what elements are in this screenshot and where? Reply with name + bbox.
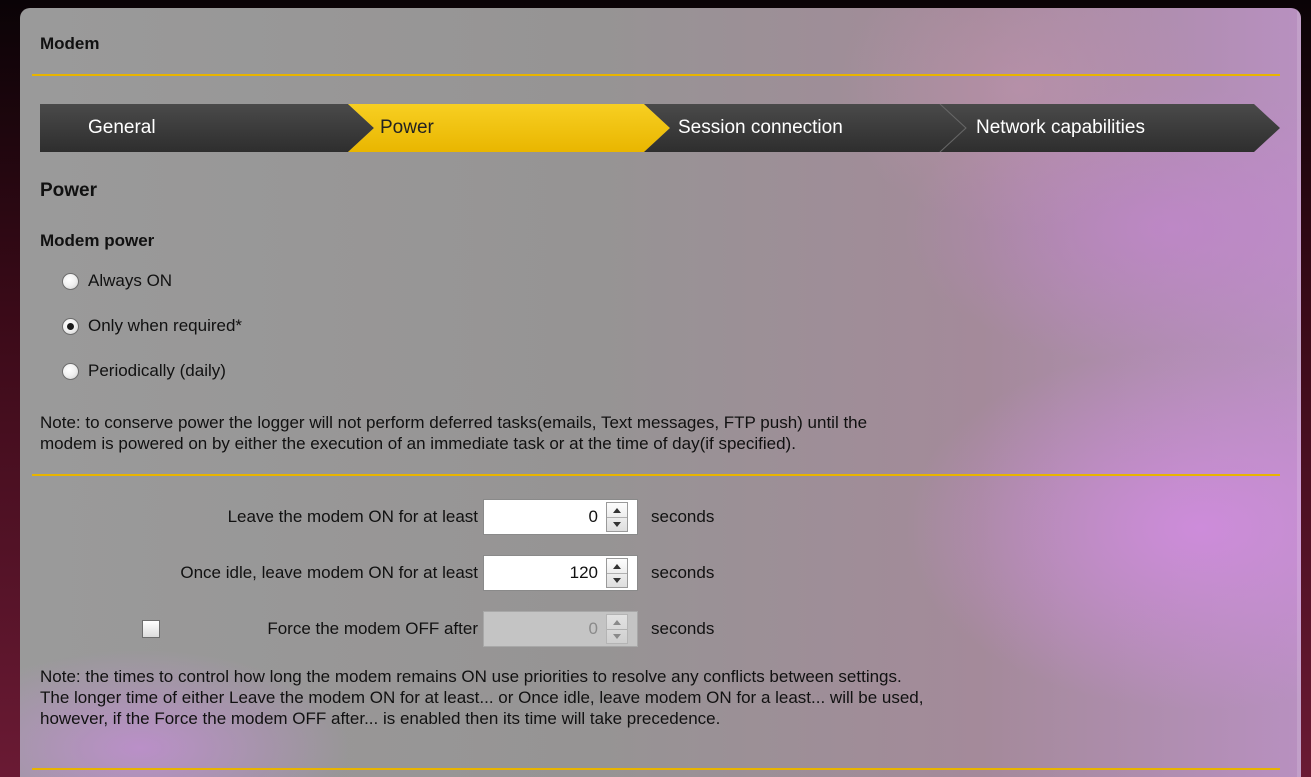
force-off-spinner[interactable]: 0: [483, 611, 638, 647]
spin-down-arrow-icon[interactable]: [607, 629, 627, 643]
radio-label: Only when required*: [88, 316, 243, 335]
force-off-unit: seconds: [651, 619, 715, 638]
note-line: Note: to conserve power the logger will …: [40, 413, 868, 432]
radio-button[interactable]: [62, 317, 79, 335]
radio-always-on[interactable]: Always ON: [62, 269, 172, 293]
force-off-checkbox[interactable]: [142, 620, 160, 638]
radio-periodically[interactable]: Periodically (daily): [62, 359, 226, 383]
idle-on-unit: seconds: [651, 563, 715, 582]
wizard-step-general[interactable]: General: [88, 104, 156, 152]
idle-on-input[interactable]: 120: [484, 556, 606, 590]
wizard-step-session-connection[interactable]: Session connection: [678, 104, 843, 152]
panel-title: Modem: [40, 34, 100, 53]
radio-button[interactable]: [62, 362, 79, 380]
spin-buttons: [606, 614, 628, 644]
spin-up-arrow-icon[interactable]: [607, 615, 627, 630]
radio-only-when-required[interactable]: Only when required*: [62, 314, 242, 338]
radio-button[interactable]: [62, 272, 79, 290]
note-line: Note: the times to control how long the …: [40, 667, 902, 686]
footer-divider: [32, 768, 1280, 770]
radio-label: Always ON: [88, 271, 173, 290]
spin-up-arrow-icon[interactable]: [607, 503, 627, 518]
wizard-steps: General Power Session connection Network…: [40, 104, 1280, 152]
force-off-label: Force the modem OFF after: [267, 619, 478, 638]
idle-on-spinner[interactable]: 120: [483, 555, 638, 591]
note-line: The longer time of either Leave the mode…: [40, 688, 924, 707]
idle-on-label: Once idle, leave modem ON for at least: [180, 563, 478, 582]
modem-settings-panel: Modem General Power Session connection N…: [20, 8, 1301, 777]
spin-down-arrow-icon[interactable]: [607, 573, 627, 587]
note-line: modem is powered on by either the execut…: [40, 434, 796, 453]
note-line: however, if the Force the modem OFF afte…: [40, 709, 721, 728]
modem-power-title: Modem power: [40, 231, 155, 250]
panel-edge: [1297, 8, 1301, 777]
wizard-step-network-capabilities[interactable]: Network capabilities: [976, 104, 1145, 152]
wizard-step-power[interactable]: Power: [380, 104, 434, 152]
spin-up-arrow-icon[interactable]: [607, 559, 627, 574]
window-frame: Modem General Power Session connection N…: [0, 0, 1311, 777]
radio-label: Periodically (daily): [88, 361, 226, 380]
note-divider: [32, 474, 1280, 476]
priority-note: Note: the times to control how long the …: [40, 666, 1290, 729]
section-title: Power: [40, 180, 98, 201]
header-divider: [32, 74, 1280, 76]
power-note: Note: to conserve power the logger will …: [40, 412, 1290, 454]
force-off-input[interactable]: 0: [484, 612, 606, 646]
spin-buttons: [606, 502, 628, 532]
leave-on-label: Leave the modem ON for at least: [227, 507, 478, 526]
leave-on-input[interactable]: 0: [484, 500, 606, 534]
spin-down-arrow-icon[interactable]: [607, 517, 627, 531]
leave-on-unit: seconds: [651, 507, 715, 526]
leave-on-spinner[interactable]: 0: [483, 499, 638, 535]
spin-buttons: [606, 558, 628, 588]
